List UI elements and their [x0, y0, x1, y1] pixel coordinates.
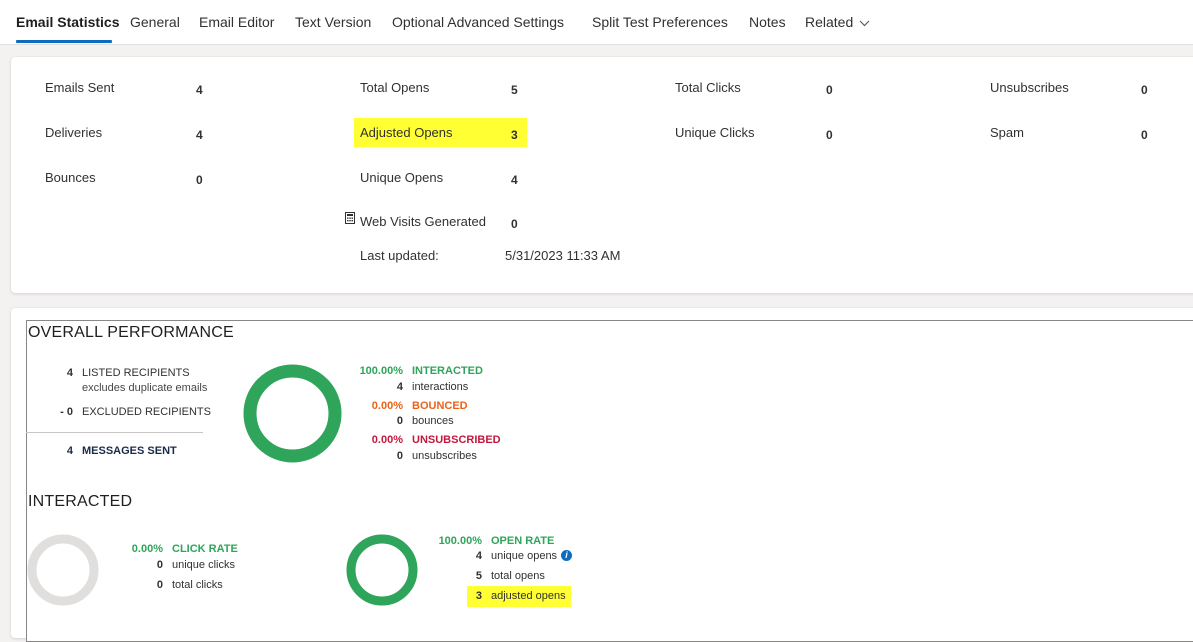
- tab-optional-advanced-settings[interactable]: Optional Advanced Settings: [392, 14, 564, 30]
- unique-clicks-count: 0: [156, 559, 163, 571]
- total-clicks-label: Total Clicks: [675, 80, 741, 95]
- tab-email-statistics[interactable]: Email Statistics: [16, 14, 120, 30]
- total-clicks-value: 0: [826, 83, 833, 97]
- total-clicks-unit: total clicks: [172, 579, 223, 591]
- unsubscribed-pct: 0.00%: [371, 434, 403, 446]
- last-updated-value: 5/31/2023 11:33 AM: [505, 248, 621, 263]
- emails-sent-label: Emails Sent: [45, 80, 115, 95]
- overall-donut-chart: [243, 364, 342, 463]
- open-rate-pct: 100.00%: [438, 535, 482, 547]
- tab-bar: Email Statistics General Email Editor Te…: [0, 0, 1193, 45]
- total-opens-count: 5: [475, 570, 482, 582]
- listed-recipients-note: excludes duplicate emails: [82, 382, 208, 394]
- total-opens-value: 5: [511, 83, 518, 97]
- bounces-label: Bounces: [45, 170, 96, 185]
- messages-sent-count: 4: [66, 445, 73, 457]
- unique-clicks-value: 0: [826, 128, 833, 142]
- deliveries-label: Deliveries: [45, 125, 103, 140]
- messages-sent-label: MESSAGES SENT: [82, 445, 177, 457]
- unique-opens-unit: unique opens: [491, 550, 558, 562]
- bounces-value: 0: [196, 173, 203, 187]
- total-opens-label: Total Opens: [360, 80, 430, 95]
- interactions-count: 4: [396, 381, 403, 393]
- total-clicks-count: 0: [156, 579, 163, 591]
- overall-donut-fill: [243, 364, 342, 463]
- listed-recipients-count: 4: [66, 367, 73, 379]
- click-rate-donut: [27, 534, 99, 606]
- open-rate-donut: [346, 534, 418, 606]
- adjusted-opens-count: 3: [475, 590, 482, 602]
- unsubscribes-label: Unsubscribes: [990, 80, 1069, 95]
- unsubscribes-value: 0: [1141, 83, 1148, 97]
- open-rate-donut-fill: [346, 534, 418, 606]
- chevron-down-icon: [859, 20, 870, 27]
- unique-opens-label: Unique Opens: [360, 170, 444, 185]
- recipients-divider: [26, 432, 203, 433]
- interacted-pct: 100.00%: [359, 365, 403, 377]
- bounced-pct: 0.00%: [371, 400, 403, 412]
- info-icon[interactable]: i: [561, 550, 572, 561]
- excluded-recipients-label: EXCLUDED RECIPIENTS: [82, 406, 211, 418]
- calculator-icon: [345, 212, 355, 224]
- tab-split-test-preferences[interactable]: Split Test Preferences: [592, 14, 728, 30]
- overall-performance-title: OVERALL PERFORMANCE: [28, 324, 234, 341]
- spam-label: Spam: [990, 125, 1024, 140]
- last-updated-label: Last updated:: [360, 248, 439, 263]
- tab-general[interactable]: General: [130, 14, 180, 30]
- click-rate-donut-track: [27, 534, 99, 606]
- bounces-unit-label: bounces: [412, 415, 454, 427]
- bounces-count: 0: [396, 415, 403, 427]
- total-opens-unit: total opens: [491, 570, 545, 582]
- interacted-label: INTERACTED: [412, 365, 483, 377]
- interactions-label: interactions: [412, 381, 469, 393]
- emails-sent-value: 4: [196, 83, 203, 97]
- click-rate-label: CLICK RATE: [172, 543, 238, 555]
- tab-notes[interactable]: Notes: [749, 14, 786, 30]
- tab-related-label: Related: [805, 14, 854, 30]
- adjusted-opens-label: Adjusted Opens: [360, 125, 453, 140]
- tab-text-version[interactable]: Text Version: [295, 14, 371, 30]
- tab-email-editor[interactable]: Email Editor: [199, 14, 274, 30]
- tab-related[interactable]: Related: [805, 14, 870, 30]
- bounced-label: BOUNCED: [412, 400, 468, 412]
- web-visits-label: Web Visits Generated: [360, 214, 486, 229]
- unique-opens-value: 4: [511, 173, 518, 187]
- performance-frame: [26, 320, 1193, 642]
- unique-clicks-label: Unique Clicks: [675, 125, 755, 140]
- web-visits-value: 0: [511, 217, 518, 231]
- unsubscribed-label: UNSUBSCRIBED: [412, 434, 501, 446]
- unique-clicks-unit: unique clicks: [172, 559, 235, 571]
- unsubscribes-unit-label: unsubscribes: [412, 450, 477, 462]
- excluded-recipients-count: - 0: [60, 406, 73, 418]
- unique-opens-count: 4: [475, 550, 482, 562]
- unsubscribes-count: 0: [396, 450, 403, 462]
- click-rate-pct: 0.00%: [131, 543, 163, 555]
- deliveries-value: 4: [196, 128, 203, 142]
- adjusted-opens-unit: adjusted opens: [491, 590, 566, 602]
- adjusted-opens-value: 3: [511, 128, 518, 142]
- open-rate-label: OPEN RATE: [491, 535, 555, 547]
- spam-value: 0: [1141, 128, 1148, 142]
- active-tab-indicator: [16, 40, 112, 43]
- listed-recipients-label: LISTED RECIPIENTS: [82, 367, 190, 379]
- interacted-title: INTERACTED: [28, 493, 133, 510]
